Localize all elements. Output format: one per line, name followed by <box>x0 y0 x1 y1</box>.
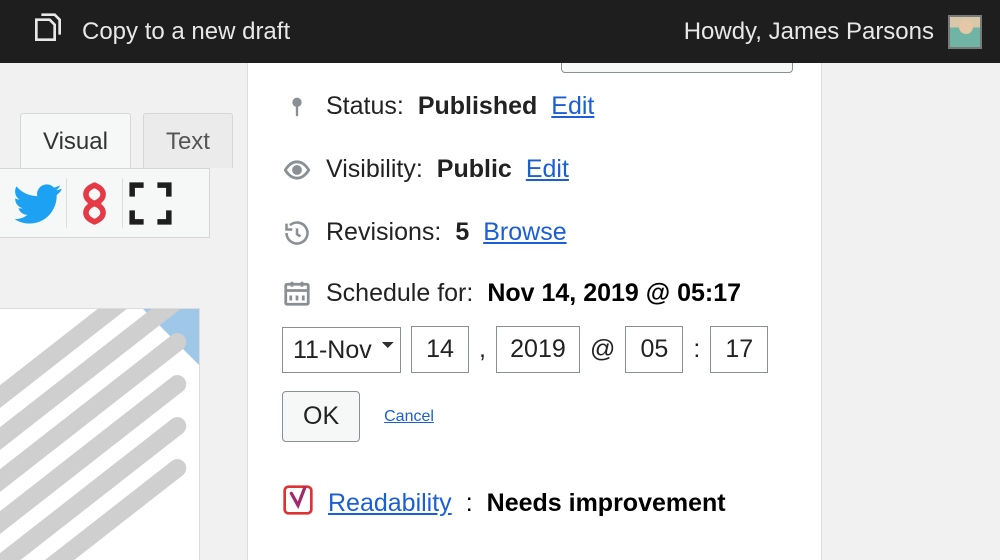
schedule-ok-button[interactable]: OK <box>282 391 360 442</box>
schedule-hour-input[interactable] <box>625 326 683 373</box>
preview-button-edge <box>561 63 793 73</box>
editor-column: Visual Text <box>0 113 210 238</box>
publish-metabox: Status: Published Edit Visibility: Publi… <box>247 63 822 560</box>
stage: Visual Text Status: Published E <box>0 63 1000 560</box>
revisions-browse-link[interactable]: Browse <box>483 218 566 247</box>
schedule-at: @ <box>590 335 615 364</box>
calendar-icon <box>282 278 312 308</box>
status-edit-link[interactable]: Edit <box>551 92 594 121</box>
tab-visual[interactable]: Visual <box>20 113 131 168</box>
twitter-icon[interactable] <box>10 178 66 228</box>
readability-sep: : <box>466 489 473 518</box>
readability-row: Readability: Needs improvement <box>248 468 821 523</box>
readability-value: Needs improvement <box>487 489 726 518</box>
status-value: Published <box>418 92 537 121</box>
tab-text[interactable]: Text <box>143 113 233 168</box>
schedule-comma: , <box>479 335 486 364</box>
sumo-icon[interactable] <box>66 178 122 228</box>
avatar[interactable] <box>948 15 982 49</box>
copy-draft-icon <box>28 8 68 55</box>
yoast-icon <box>282 484 314 523</box>
schedule-block: Schedule for: Nov 14, 2019 @ 05:17 11-No… <box>248 264 821 468</box>
account-link[interactable]: Howdy, James Parsons <box>684 18 934 46</box>
editor-tabs: Visual Text <box>0 113 210 168</box>
admin-bar: Copy to a new draft Howdy, James Parsons <box>0 0 1000 63</box>
editor-toolbar <box>0 168 210 238</box>
visibility-label: Visibility: <box>326 155 423 184</box>
revisions-value: 5 <box>455 218 469 247</box>
history-icon <box>282 219 312 247</box>
eye-icon <box>282 156 312 184</box>
fullscreen-icon[interactable] <box>122 178 178 228</box>
visibility-edit-link[interactable]: Edit <box>526 155 569 184</box>
editor-content-peek <box>0 308 200 560</box>
schedule-display: Nov 14, 2019 @ 05:17 <box>487 279 741 308</box>
status-label: Status: <box>326 92 404 121</box>
schedule-inputs: 11-Nov , @ : <box>282 322 787 391</box>
status-row: Status: Published Edit <box>248 75 821 138</box>
readability-link[interactable]: Readability <box>328 489 452 518</box>
schedule-cancel-link[interactable]: Cancel <box>384 408 434 426</box>
pin-icon <box>282 93 312 121</box>
schedule-minute-input[interactable] <box>710 326 768 373</box>
visibility-row: Visibility: Public Edit <box>248 138 821 201</box>
schedule-label: Schedule for: <box>326 279 473 308</box>
schedule-month-select[interactable]: 11-Nov <box>282 327 401 373</box>
schedule-day-input[interactable] <box>411 326 469 373</box>
schedule-year-input[interactable] <box>496 326 580 373</box>
revisions-label: Revisions: <box>326 218 441 247</box>
copy-draft-link[interactable]: Copy to a new draft <box>82 18 290 46</box>
revisions-row: Revisions: 5 Browse <box>248 201 821 264</box>
visibility-value: Public <box>437 155 512 184</box>
schedule-colon: : <box>693 335 700 364</box>
